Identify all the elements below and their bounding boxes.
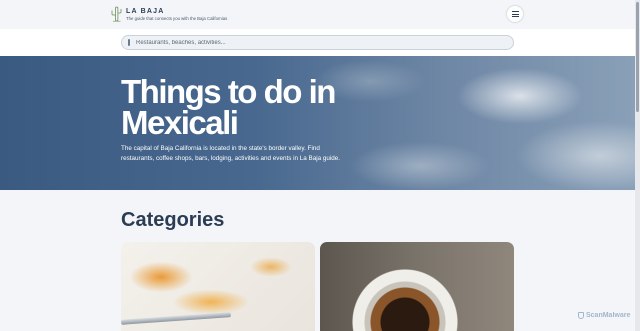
category-card-coffee[interactable] — [320, 242, 514, 331]
watermark-text: ScanMalware — [586, 312, 631, 319]
category-card-food[interactable] — [121, 242, 315, 331]
hamburger-line — [511, 13, 519, 15]
main-content: Categories — [0, 190, 635, 331]
watermark: ScanMalware — [578, 312, 630, 319]
search-box[interactable] — [121, 35, 514, 50]
search-input[interactable] — [136, 39, 496, 46]
categories-heading: Categories — [121, 209, 225, 231]
shield-icon — [578, 312, 584, 319]
utensil-image-detail — [121, 312, 232, 325]
search-bar-container — [0, 29, 635, 56]
hamburger-line — [511, 16, 519, 17]
cactus-icon — [111, 6, 122, 22]
site-logo[interactable]: LA BAJA The guide that connects you with… — [110, 6, 227, 22]
brand-tagline: The guide that connects you with the Baj… — [126, 15, 228, 21]
hero-title: Things to do in Mexicali — [121, 73, 336, 141]
site-header: LA BAJA The guide that connects you with… — [0, 0, 635, 29]
brand-name: LA BAJA — [126, 7, 165, 15]
scrollbar-thumb[interactable] — [636, 2, 639, 112]
page-scrollbar[interactable] — [635, 0, 640, 331]
hamburger-menu-icon — [511, 11, 519, 12]
hamburger-menu-button[interactable] — [507, 6, 523, 22]
hero-banner: Things to do in Mexicali The capital of … — [0, 56, 635, 190]
hero-description: The capital of Baja California is locate… — [121, 145, 341, 162]
search-icon — [128, 39, 130, 46]
